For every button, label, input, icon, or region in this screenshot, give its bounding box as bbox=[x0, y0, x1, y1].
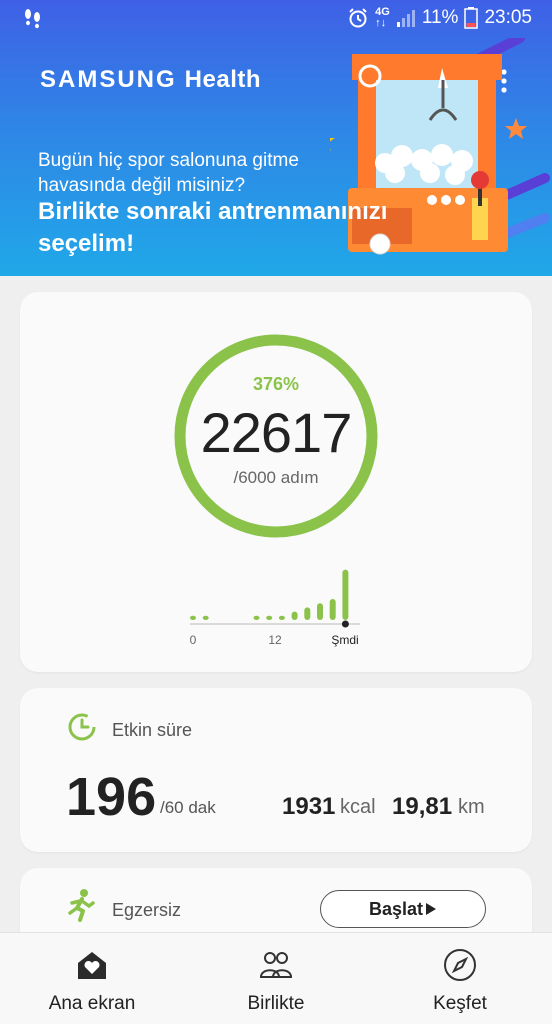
promo-title: Birlikte sonraki antrenmanınızı seçelim! bbox=[38, 198, 388, 257]
footsteps-icon bbox=[25, 9, 40, 29]
hourly-steps-chart: 0 12 Şmdi bbox=[190, 569, 360, 647]
start-exercise-button[interactable]: Başlat bbox=[320, 890, 486, 928]
compass-icon bbox=[444, 949, 476, 981]
chart-label-mid: 12 bbox=[268, 633, 282, 647]
timer-icon bbox=[68, 713, 96, 741]
running-icon bbox=[68, 889, 95, 922]
calories-value: 1931 bbox=[282, 793, 336, 820]
hourly-bar bbox=[342, 569, 349, 620]
steps-card[interactable]: 376% 22617 /6000 adım 0 12 Şmdi bbox=[20, 292, 532, 672]
hourly-bar bbox=[278, 615, 285, 620]
promo-subtitle: Bugün hiç spor salonuna gitme havasında … bbox=[38, 150, 299, 196]
logo-brand: SAMSUNG bbox=[40, 66, 177, 93]
hourly-bar bbox=[266, 615, 273, 620]
battery-icon bbox=[464, 7, 479, 29]
steps-goal: /6000 adım bbox=[233, 468, 319, 487]
exercise-title: Egzersiz bbox=[112, 900, 182, 920]
bottom-navigation: Ana ekran Birlikte Keşfet bbox=[0, 932, 552, 1024]
active-time-card[interactable]: Etkin süre 196 /60 dak 1931 kcal 19,81 k… bbox=[20, 688, 532, 852]
distance-value: 19,81 bbox=[392, 793, 453, 820]
hourly-bar bbox=[304, 607, 311, 620]
active-time-goal: /60 dak bbox=[160, 798, 216, 817]
nav-together-label: Birlikte bbox=[247, 993, 305, 1014]
hourly-bar bbox=[202, 615, 209, 620]
clock: 23:05 bbox=[484, 7, 532, 28]
hourly-bar bbox=[253, 615, 260, 620]
status-bar: 4G ↑↓ 11% 23:05 bbox=[0, 0, 552, 38]
hourly-bar bbox=[317, 603, 323, 620]
active-time-title: Etkin süre bbox=[112, 720, 193, 740]
steps-percent: 376% bbox=[252, 374, 300, 394]
hourly-bar bbox=[190, 615, 196, 620]
network-type-icon: 4G ↑↓ bbox=[375, 6, 390, 29]
logo-product: Health bbox=[184, 66, 262, 93]
network-label: 4G bbox=[375, 6, 390, 18]
nav-home[interactable]: Ana ekran bbox=[0, 933, 184, 1024]
calories-unit: kcal bbox=[340, 796, 376, 818]
distance-unit: km bbox=[458, 796, 485, 818]
nav-together[interactable]: Birlikte bbox=[184, 933, 368, 1024]
hourly-bar bbox=[329, 599, 336, 620]
nav-discover[interactable]: Keşfet bbox=[368, 933, 552, 1024]
home-heart-icon bbox=[78, 952, 106, 979]
alarm-icon bbox=[349, 8, 367, 28]
start-button-label: Başlat bbox=[368, 898, 424, 919]
chart-label-now: Şmdi bbox=[331, 633, 358, 647]
battery-percent: 11% bbox=[421, 7, 459, 28]
active-time-value: 196 bbox=[66, 767, 157, 827]
people-icon bbox=[259, 952, 293, 978]
hourly-bar bbox=[291, 611, 298, 620]
nav-discover-label: Keşfet bbox=[433, 993, 487, 1014]
chart-label-start: 0 bbox=[190, 633, 197, 647]
signal-icon bbox=[396, 10, 415, 27]
nav-home-label: Ana ekran bbox=[48, 993, 136, 1014]
now-marker bbox=[341, 620, 349, 628]
play-icon bbox=[426, 903, 437, 915]
promo-banner[interactable]: 4G ↑↓ 11% 23:05 SAMSUNG Health Bugün hiç… bbox=[0, 0, 552, 276]
app-logo: SAMSUNG Health bbox=[40, 66, 261, 94]
steps-count: 22617 bbox=[200, 401, 353, 464]
